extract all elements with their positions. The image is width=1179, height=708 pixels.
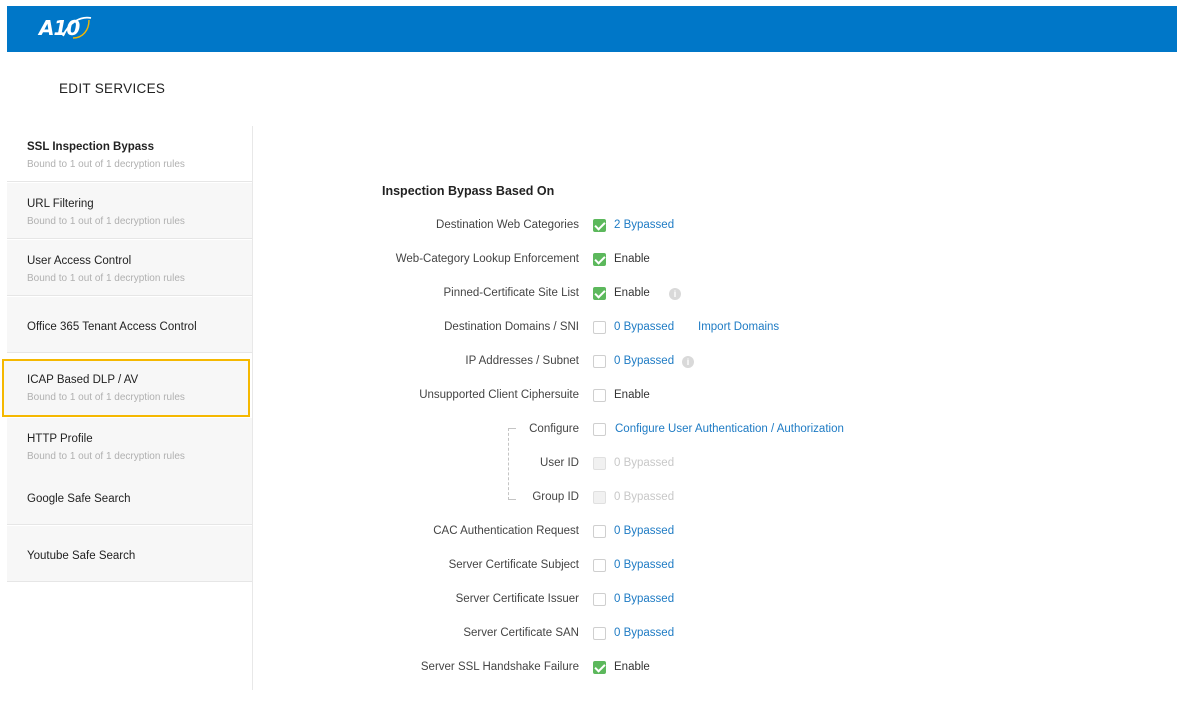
row-server-cert-issuer: Server Certificate Issuer 0 Bypassed [300,592,1000,610]
row-label: CAC Authentication Request [433,525,579,537]
web-category-lookup-checkbox[interactable] [593,253,606,266]
services-sidebar: SSL Inspection Bypass Bound to 1 out of … [2,126,253,690]
ip-addresses-checkbox[interactable] [593,355,606,368]
row-label: Destination Domains / SNI [444,321,579,333]
row-user-id: User ID 0 Bypassed [300,456,1000,474]
server-cert-san-checkbox[interactable] [593,627,606,640]
sidebar-item-ssl-inspection-bypass[interactable]: SSL Inspection Bypass Bound to 1 out of … [7,126,252,182]
row-label: Configure [529,423,579,435]
row-label: Server Certificate Subject [448,559,579,571]
row-label: Group ID [532,491,579,503]
cac-authentication-checkbox[interactable] [593,525,606,538]
row-label: Web-Category Lookup Enforcement [395,253,579,265]
sidebar-item-label: Youtube Safe Search [27,550,136,562]
configure-user-auth-link[interactable]: Configure User Authentication / Authoriz… [615,423,844,435]
pinned-certificate-checkbox[interactable] [593,287,606,300]
sidebar-item-google-safe-search[interactable]: Google Safe Search [7,469,252,525]
row-server-ssl-handshake: Server SSL Handshake Failure Enable [300,660,1000,678]
server-cert-subject-link[interactable]: 0 Bypassed [614,559,674,571]
row-cac-authentication: CAC Authentication Request 0 Bypassed [300,524,1000,542]
row-server-cert-san: Server Certificate SAN 0 Bypassed [300,626,1000,644]
group-id-value: 0 Bypassed [614,491,675,503]
sidebar-item-sub: Bound to 1 out of 1 decryption rules [27,392,185,403]
sidebar-item-url-filtering[interactable]: URL Filtering Bound to 1 out of 1 decryp… [7,183,252,239]
row-label: User ID [540,457,579,469]
sidebar-item-sub: Bound to 1 out of 1 decryption rules [27,159,185,170]
unsupported-ciphersuite-value: Enable [614,389,650,401]
sidebar-item-label: ICAP Based DLP / AV [27,374,139,386]
row-pinned-certificate: Pinned-Certificate Site List Enable i [300,286,1000,304]
sidebar-item-office-365[interactable]: Office 365 Tenant Access Control [7,297,252,353]
info-icon[interactable]: i [682,356,694,368]
sidebar-item-label: URL Filtering [27,198,94,210]
sidebar-item-label: HTTP Profile [27,433,93,445]
page-title: EDIT SERVICES [59,81,166,96]
pinned-certificate-value: Enable [614,287,650,299]
info-icon[interactable]: i [669,288,681,300]
a10-logo[interactable]: A10 [39,14,99,44]
logo-text: A10 [39,16,80,40]
destination-web-categories-link[interactable]: 2 Bypassed [614,219,674,231]
sidebar-item-sub: Bound to 1 out of 1 decryption rules [27,451,185,462]
sidebar-item-label: Office 365 Tenant Access Control [27,321,197,333]
row-destination-domains: Destination Domains / SNI 0 Bypassed Imp… [300,320,1000,338]
row-destination-web-categories: Destination Web Categories 2 Bypassed [300,218,1000,236]
sidebar-item-youtube-safe-search[interactable]: Youtube Safe Search [7,526,252,582]
group-id-checkbox[interactable] [593,491,606,504]
web-category-lookup-value: Enable [614,253,650,265]
unsupported-ciphersuite-checkbox[interactable] [593,389,606,402]
sidebar-item-label: User Access Control [27,255,132,267]
ip-addresses-link[interactable]: 0 Bypassed [614,355,674,367]
destination-domains-link[interactable]: 0 Bypassed [614,321,674,333]
configure-checkbox[interactable] [593,423,606,436]
row-label: Unsupported Client Ciphersuite [419,389,579,401]
sidebar-item-sub: Bound to 1 out of 1 decryption rules [27,216,185,227]
row-group-id: Group ID 0 Bypassed [300,490,1000,508]
top-header-bar: A10 [7,6,1177,52]
import-domains-link[interactable]: Import Domains [698,321,779,333]
server-ssl-handshake-value: Enable [614,661,650,673]
destination-domains-checkbox[interactable] [593,321,606,334]
server-cert-subject-checkbox[interactable] [593,559,606,572]
row-label: Server Certificate Issuer [455,593,579,605]
section-title: Inspection Bypass Based On [382,184,555,198]
sidebar-item-user-access-control[interactable]: User Access Control Bound to 1 out of 1 … [7,240,252,296]
server-cert-issuer-link[interactable]: 0 Bypassed [614,593,674,605]
server-ssl-handshake-checkbox[interactable] [593,661,606,674]
sidebar-item-sub: Bound to 1 out of 1 decryption rules [27,273,185,284]
sidebar-item-icap-dlp-av[interactable]: ICAP Based DLP / AV Bound to 1 out of 1 … [2,359,250,417]
sidebar-item-http-profile[interactable]: HTTP Profile Bound to 1 out of 1 decrypt… [7,418,252,474]
sidebar-item-label: Google Safe Search [27,493,131,505]
sidebar-item-label: SSL Inspection Bypass [27,141,154,153]
server-cert-issuer-checkbox[interactable] [593,593,606,606]
row-label: Server Certificate SAN [463,627,579,639]
user-id-checkbox[interactable] [593,457,606,470]
row-label: Destination Web Categories [436,219,579,231]
row-unsupported-ciphersuite: Unsupported Client Ciphersuite Enable [300,388,1000,406]
cac-authentication-link[interactable]: 0 Bypassed [614,525,674,537]
row-label: IP Addresses / Subnet [465,355,579,367]
destination-web-categories-checkbox[interactable] [593,219,606,232]
server-cert-san-link[interactable]: 0 Bypassed [614,627,674,639]
row-label: Server SSL Handshake Failure [420,661,579,673]
row-web-category-lookup: Web-Category Lookup Enforcement Enable [300,252,1000,270]
row-label: Pinned-Certificate Site List [443,287,579,299]
row-configure: Configure Configure User Authentication … [300,422,1000,440]
row-server-cert-subject: Server Certificate Subject 0 Bypassed [300,558,1000,576]
user-id-value: 0 Bypassed [614,457,675,469]
row-ip-addresses: IP Addresses / Subnet 0 Bypassed i [300,354,1000,372]
